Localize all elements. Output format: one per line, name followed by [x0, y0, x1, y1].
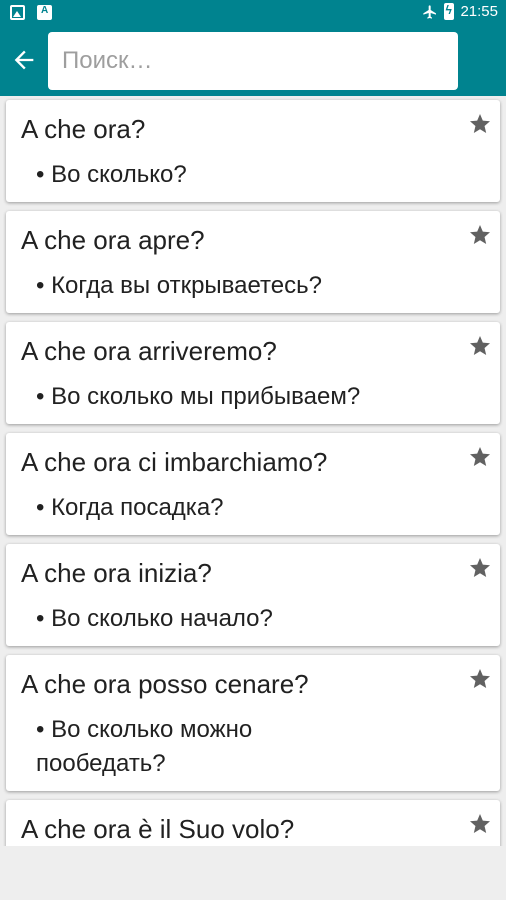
phrase-card[interactable]: A che ora ci imbarchiamo? • Когда посадк… — [6, 433, 500, 535]
airplane-icon — [423, 4, 437, 19]
system-icons: ϟ 21:55 — [422, 3, 498, 20]
phrase-russian-text: Во сколько можно пообедать? — [36, 716, 253, 777]
image-icon — [10, 5, 25, 20]
star-icon[interactable] — [468, 667, 492, 691]
phrase-russian-text: Во сколько начало? — [51, 605, 273, 632]
phrase-card[interactable]: A che ora apre? • Когда вы открываетесь? — [6, 211, 500, 313]
clock: 21:55 — [460, 3, 498, 20]
phrase-russian: • Во сколько начало? — [36, 605, 273, 632]
phrase-card[interactable]: A che ora posso cenare? • Во сколько мож… — [6, 655, 500, 791]
phrase-italian: A che ora posso cenare? — [21, 669, 309, 699]
phrase-italian: A che ora arriveremo? — [21, 336, 277, 366]
arrow-left-icon — [14, 50, 34, 70]
star-icon[interactable] — [468, 556, 492, 580]
phrase-russian: • Во сколько мы прибываем? — [36, 383, 361, 410]
text-icon: A — [37, 5, 52, 20]
star-icon[interactable] — [468, 812, 492, 836]
phrase-russian: • Во сколько? — [36, 161, 187, 188]
phrase-italian: A che ora ci imbarchiamo? — [21, 447, 328, 477]
phrase-russian-text: Во сколько мы прибываем? — [51, 383, 361, 410]
phrase-italian: A che ora inizia? — [21, 558, 212, 588]
phrase-russian-text: Во сколько? — [51, 161, 187, 188]
phrase-card[interactable]: A che ora inizia? • Во сколько начало? — [6, 544, 500, 646]
phrase-card[interactable]: A che ora è il Suo volo? — [6, 800, 500, 846]
star-icon[interactable] — [468, 445, 492, 469]
phrase-list: A che ora? • Во сколько? A che ora apre?… — [0, 96, 506, 846]
star-icon[interactable] — [468, 112, 492, 136]
star-icon[interactable] — [468, 334, 492, 358]
phrase-italian: A che ora è il Suo volo? — [21, 814, 295, 844]
phrase-card[interactable]: A che ora? • Во сколько? — [6, 100, 500, 202]
status-bar: A ϟ 21:55 — [0, 0, 506, 26]
phrase-italian: A che ora? — [21, 114, 146, 144]
battery-icon: ϟ — [444, 3, 455, 20]
phrase-russian: • Когда посадка? — [36, 494, 224, 521]
phrase-russian-text: Когда посадка? — [51, 494, 224, 521]
phrase-card[interactable]: A che ora arriveremo? • Во сколько мы пр… — [6, 322, 500, 424]
phrase-russian: • Когда вы открываетесь? — [36, 272, 322, 299]
toolbar — [0, 26, 506, 96]
notification-icons: A — [10, 5, 52, 20]
search-input[interactable] — [48, 32, 458, 90]
phrase-italian: A che ora apre? — [21, 225, 205, 255]
back-button[interactable] — [6, 42, 42, 78]
phrase-russian: • Во сколько можно пообедать? — [36, 716, 253, 777]
star-icon[interactable] — [468, 223, 492, 247]
phrase-russian-text: Когда вы открываетесь? — [51, 272, 322, 299]
bottom-empty-area — [0, 846, 506, 900]
